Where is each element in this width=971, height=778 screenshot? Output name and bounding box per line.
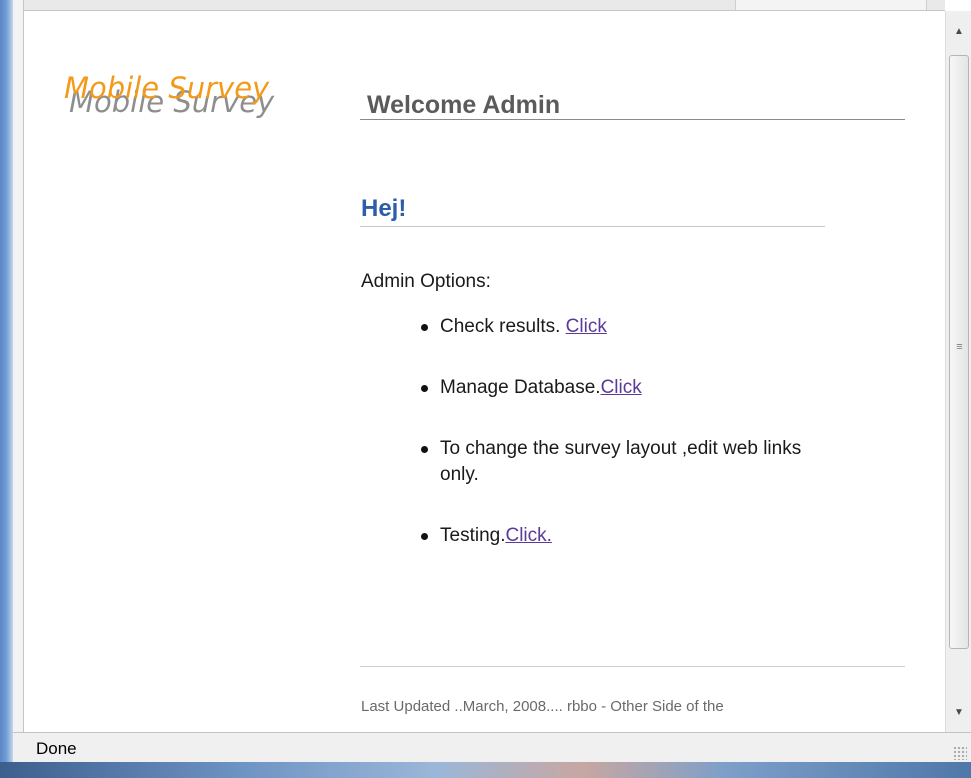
admin-options-list: Check results. Click Manage Database.Cli… <box>417 314 837 584</box>
footer-text: Last Updated ..March, 2008.... rbbo - Ot… <box>361 698 724 715</box>
status-text: Done <box>36 739 77 758</box>
desktop-edge <box>0 0 13 778</box>
bullet-icon <box>421 533 428 540</box>
list-item: Testing.Click. <box>417 523 837 549</box>
greeting-divider <box>360 226 825 227</box>
toolbar-segment <box>735 0 927 10</box>
scroll-up-icon[interactable]: ▲ <box>946 11 971 51</box>
page-title: Welcome Admin <box>367 91 561 119</box>
desktop-taskbar <box>0 762 971 778</box>
logo-text: Mobile Survey <box>64 71 270 105</box>
check-results-link[interactable]: Click <box>566 316 607 337</box>
testing-link[interactable]: Click. <box>505 525 551 546</box>
vertical-scrollbar[interactable]: ▲ ≡ ▼ <box>945 11 971 732</box>
resize-grip-icon[interactable] <box>953 746 967 760</box>
bullet-icon <box>421 385 428 392</box>
site-logo: Mobile Survey Mobile Survey <box>64 71 364 141</box>
option-text: To change the survey layout ,edit web li… <box>440 438 802 485</box>
footer-divider <box>360 666 905 667</box>
list-item: Check results. Click <box>417 314 837 340</box>
page-viewport: Mobile Survey Mobile Survey Welcome Admi… <box>24 11 945 732</box>
option-text: Check results. <box>440 316 566 337</box>
option-text: Manage Database. <box>440 377 601 398</box>
list-item: To change the survey layout ,edit web li… <box>417 436 837 488</box>
manage-database-link[interactable]: Click <box>601 377 642 398</box>
option-text: Testing. <box>440 525 506 546</box>
browser-window: Mobile Survey Mobile Survey Welcome Admi… <box>0 0 971 778</box>
bullet-icon <box>421 446 428 453</box>
scroll-thumb[interactable]: ≡ <box>949 55 969 649</box>
window-border <box>13 0 24 732</box>
header-divider <box>360 119 905 120</box>
admin-options-label: Admin Options: <box>361 271 491 292</box>
greeting-heading: Hej! <box>361 195 407 222</box>
grip-icon: ≡ <box>956 341 962 353</box>
bullet-icon <box>421 324 428 331</box>
toolbar-strip <box>24 0 945 11</box>
status-edge <box>13 732 24 763</box>
scroll-down-icon[interactable]: ▼ <box>946 692 971 732</box>
list-item: Manage Database.Click <box>417 375 837 401</box>
status-bar: Done <box>24 732 971 763</box>
